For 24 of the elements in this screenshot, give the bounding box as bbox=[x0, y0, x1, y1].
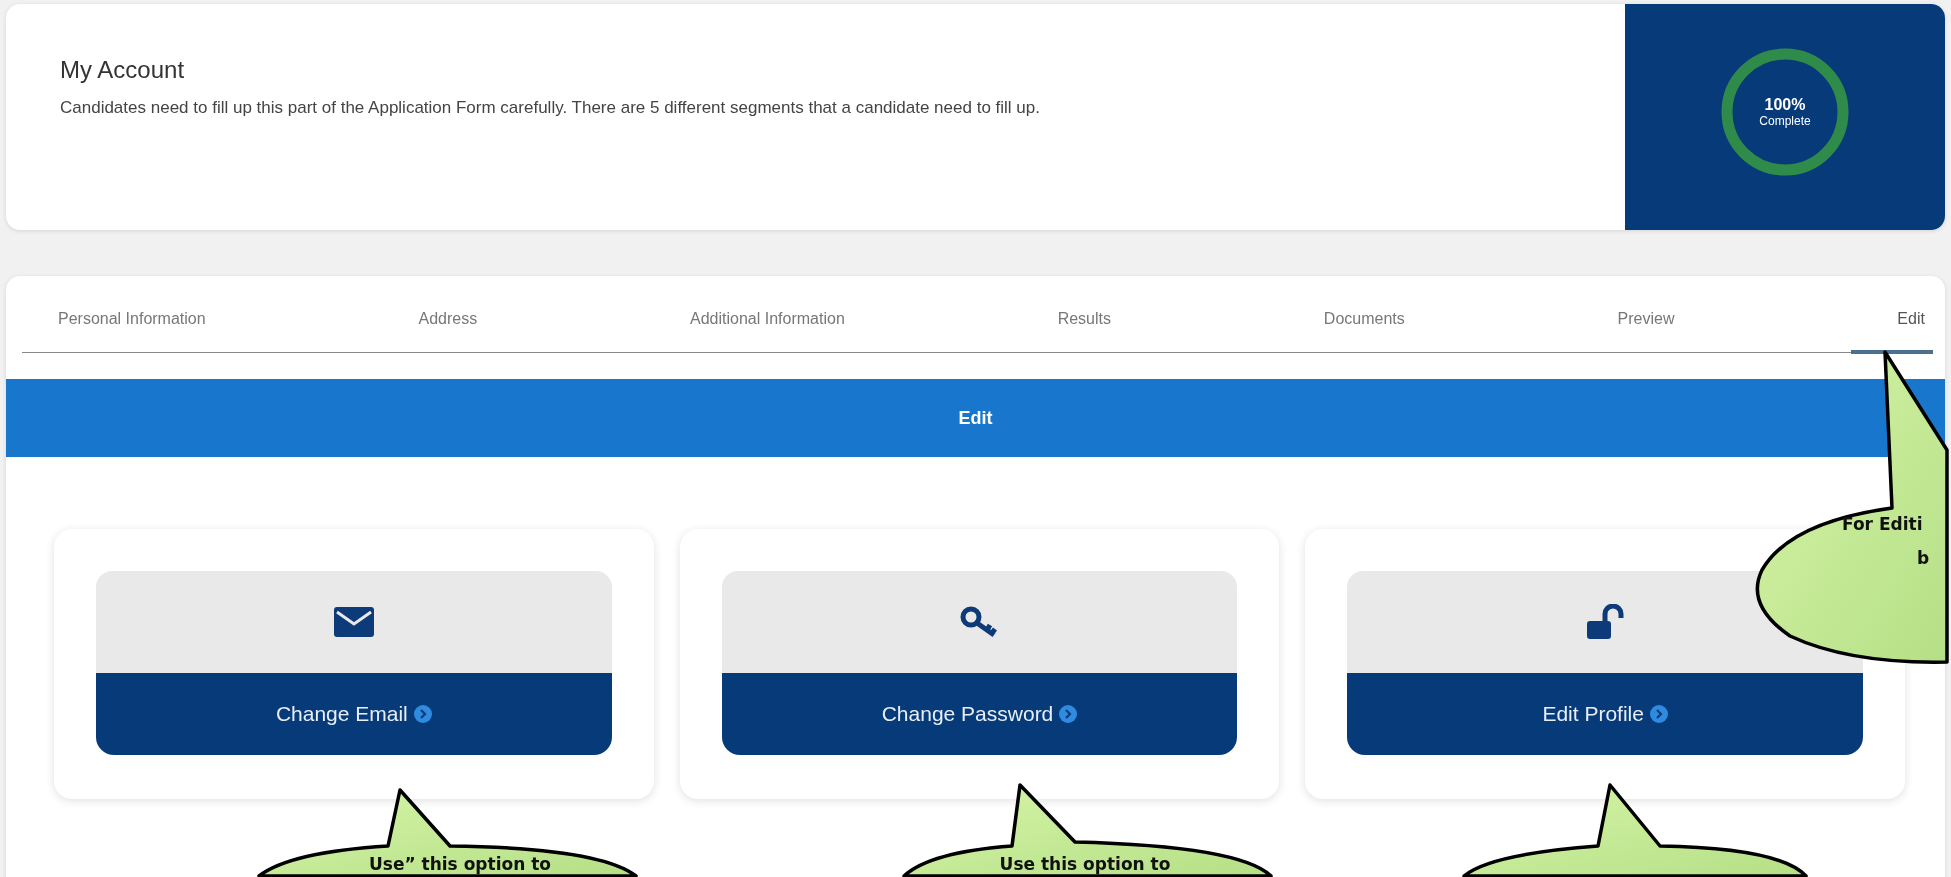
arrow-circle-icon bbox=[1649, 705, 1668, 723]
callout-text: Use” this option to bbox=[369, 854, 551, 874]
tab[interactable]: Results bbox=[1021, 310, 1147, 354]
progress-label: Complete bbox=[1759, 114, 1811, 128]
option-button[interactable]: Change Email bbox=[96, 673, 612, 755]
option-button[interactable]: Edit Profile bbox=[1347, 673, 1863, 755]
progress-value: 100% bbox=[1764, 96, 1806, 114]
tab[interactable]: Address bbox=[382, 310, 514, 354]
section-header: Edit bbox=[6, 379, 1945, 457]
envelope-icon bbox=[333, 607, 374, 637]
callout-text: Use this option to bbox=[999, 854, 1171, 874]
callout-text: b bbox=[1917, 548, 1930, 568]
account-description: Candidates need to fill up this part of the Application Form carefully. There are 5 different segments that a candidate need to fill up. bbox=[60, 98, 1041, 118]
unlocked-padlock-icon bbox=[1585, 604, 1626, 640]
account-title: My Account bbox=[60, 56, 186, 84]
tab[interactable]: Additional Information bbox=[654, 310, 881, 354]
callout-text: For Editi bbox=[1842, 514, 1923, 534]
tab[interactable]: Preview bbox=[1581, 310, 1711, 354]
key-icon bbox=[959, 605, 1000, 639]
tab[interactable]: Documents bbox=[1287, 310, 1441, 354]
option-button[interactable]: Change Password bbox=[721, 673, 1238, 755]
tab[interactable]: Personal Information bbox=[22, 310, 242, 354]
arrow-circle-icon bbox=[1059, 705, 1078, 723]
arrow-circle-icon bbox=[413, 705, 432, 723]
